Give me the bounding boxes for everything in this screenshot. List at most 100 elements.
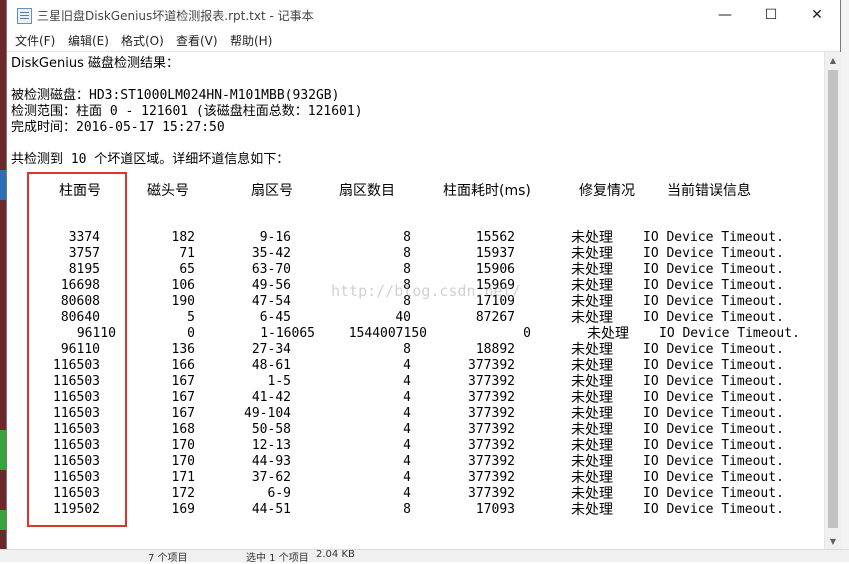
cell-repair-status: 未处理: [571, 294, 613, 310]
cell-cylinder-time: 15937: [475, 246, 515, 261]
cell-repair-status: 未处理: [571, 486, 613, 502]
cell-sector: 1-5: [267, 374, 291, 389]
table-row: 116503 168 50-58 4 377392 未处理 IO Device Timeou…: [7, 422, 824, 438]
cell-sector: 27-34: [251, 342, 291, 357]
cell-sector-count: 40: [395, 310, 411, 325]
table-row: 116503 167 49-104 4 377392 未处理 IO Device Timeo…: [7, 406, 824, 422]
cell-head: 190: [171, 294, 195, 309]
explorer-selected-size: 2.04 KB: [316, 549, 355, 560]
table-row: 3757 71 35-42 8 15937 未处理 IO Device Timeout.: [7, 246, 824, 262]
cell-sector: 49-104: [244, 406, 291, 421]
cell-cylinder-time: 377392: [468, 486, 515, 501]
vertical-scrollbar[interactable]: ▲ ▼: [824, 52, 841, 549]
cell-head: 172: [171, 486, 195, 501]
scroll-up-icon[interactable]: ▲: [825, 52, 841, 68]
menu-help[interactable]: 帮助(H): [230, 32, 272, 49]
cell-repair-status: 未处理: [571, 230, 613, 246]
cell-repair-status: 未处理: [571, 390, 613, 406]
cell-error-message: IO Device Timeout.: [643, 486, 784, 501]
menu-edit[interactable]: 编辑(E): [68, 32, 109, 49]
scroll-down-icon[interactable]: ▼: [825, 533, 841, 549]
cell-sector-count: 8: [403, 230, 411, 245]
cell-head: 167: [171, 406, 195, 421]
cell-cylinder-time: 15906: [475, 262, 515, 277]
close-button[interactable]: ✕: [794, 0, 840, 30]
menu-format[interactable]: 格式(O): [121, 32, 164, 49]
cell-repair-status: 未处理: [587, 326, 629, 342]
table-row: 8195 65 63-70 8 15906 未处理 IO Device Timeout.: [7, 262, 824, 278]
table-row: 119502 169 44-51 8 17093 未处理 IO Device Timeout…: [7, 502, 824, 518]
cell-sector-count: 8: [403, 246, 411, 261]
column-header-repair: 修复情况: [579, 183, 635, 199]
scroll-thumb[interactable]: [828, 70, 838, 528]
cell-sector-count: 8: [403, 342, 411, 357]
minimize-button[interactable]: —: [702, 0, 748, 30]
text-editor[interactable]: DiskGenius 磁盘检测结果： 被检测磁盘：HD3:ST1000LM024…: [7, 52, 824, 549]
cell-sector-count: 4: [403, 390, 411, 405]
column-header-sector: 扇区号: [251, 183, 293, 199]
cell-sector-count: 4: [403, 374, 411, 389]
cell-error-message: IO Device Timeout.: [643, 310, 784, 325]
table-row: 116503 167 41-42 4 377392 未处理 IO Device Timeou…: [7, 390, 824, 406]
cell-head: 168: [171, 422, 195, 437]
cell-repair-status: 未处理: [571, 278, 613, 294]
column-header-cylinder-time: 柱面耗时(ms): [443, 183, 531, 199]
cell-head: 166: [171, 358, 195, 373]
cell-repair-status: 未处理: [571, 470, 613, 486]
notepad-window: 三星旧盘DiskGenius坏道检测报表.rpt.txt - 记事本 — ☐ ✕…: [6, 0, 841, 551]
cell-cylinder-time: 377392: [468, 438, 515, 453]
cell-repair-status: 未处理: [571, 358, 613, 374]
title-bar[interactable]: 三星旧盘DiskGenius坏道检测报表.rpt.txt - 记事本 — ☐ ✕: [7, 0, 840, 30]
maximize-button[interactable]: ☐: [748, 0, 794, 30]
menu-file[interactable]: 文件(F): [15, 32, 55, 49]
cell-repair-status: 未处理: [571, 454, 613, 470]
cell-cylinder-time: 15562: [475, 230, 515, 245]
cell-sector: 12-13: [251, 438, 291, 453]
cell-sector: 35-42: [251, 246, 291, 261]
cell-sector-count: 4: [403, 454, 411, 469]
cylinder-column-highlight: [27, 172, 127, 527]
cell-sector: 1-16065: [260, 326, 315, 341]
cell-sector-count: 8: [403, 502, 411, 517]
cell-sector-count: 8: [403, 262, 411, 277]
notepad-icon: [17, 8, 32, 24]
cell-error-message: IO Device Timeout.: [643, 390, 784, 405]
cell-error-message: IO Device Timeout.: [643, 454, 784, 469]
cell-repair-status: 未处理: [571, 438, 613, 454]
cell-sector: 9-16: [259, 230, 291, 245]
column-header-error: 当前错误信息: [667, 183, 751, 199]
table-row: 116503 172 6-9 4 377392 未处理 IO Device Timeout.: [7, 486, 824, 502]
cell-error-message: IO Device Timeout.: [643, 422, 784, 437]
table-row: 116503 166 48-61 4 377392 未处理 IO Device Timeou…: [7, 358, 824, 374]
cell-sector: 48-61: [251, 358, 291, 373]
cell-cylinder-time: 0: [523, 326, 531, 341]
cell-sector-count: 4: [403, 422, 411, 437]
report-time-line: 完成时间：2016-05-17 15:27:50: [11, 120, 225, 135]
menu-bar: 文件(F) 编辑(E) 格式(O) 查看(V) 帮助(H): [7, 30, 840, 52]
cell-error-message: IO Device Timeout.: [643, 278, 784, 293]
cell-cylinder-time: 377392: [468, 470, 515, 485]
table-row: 80640 5 6-45 40 87267 未处理 IO Device Timeout.: [7, 310, 824, 326]
column-header-head: 磁头号: [147, 183, 189, 199]
cell-head: 170: [171, 454, 195, 469]
cell-head: 136: [171, 342, 195, 357]
cell-sector-count: 4: [403, 358, 411, 373]
cell-sector: 41-42: [251, 390, 291, 405]
cell-error-message: IO Device Timeout.: [643, 374, 784, 389]
cell-repair-status: 未处理: [571, 374, 613, 390]
cell-cylinder-time: 377392: [468, 390, 515, 405]
cell-head: 171: [171, 470, 195, 485]
cell-head: 182: [171, 230, 195, 245]
menu-view[interactable]: 查看(V): [176, 32, 218, 49]
table-row: 116503 170 44-93 4 377392 未处理 IO Device Timeou…: [7, 454, 824, 470]
cell-head: 167: [171, 390, 195, 405]
cell-sector-count: 4: [403, 486, 411, 501]
report-heading: DiskGenius 磁盘检测结果：: [11, 56, 179, 71]
cell-repair-status: 未处理: [571, 246, 613, 262]
cell-head: 170: [171, 438, 195, 453]
cell-cylinder-time: 377392: [468, 406, 515, 421]
cell-repair-status: 未处理: [571, 406, 613, 422]
cell-error-message: IO Device Timeout.: [643, 230, 784, 245]
cell-head: 167: [171, 374, 195, 389]
column-header-sector-count: 扇区数目: [339, 183, 395, 199]
